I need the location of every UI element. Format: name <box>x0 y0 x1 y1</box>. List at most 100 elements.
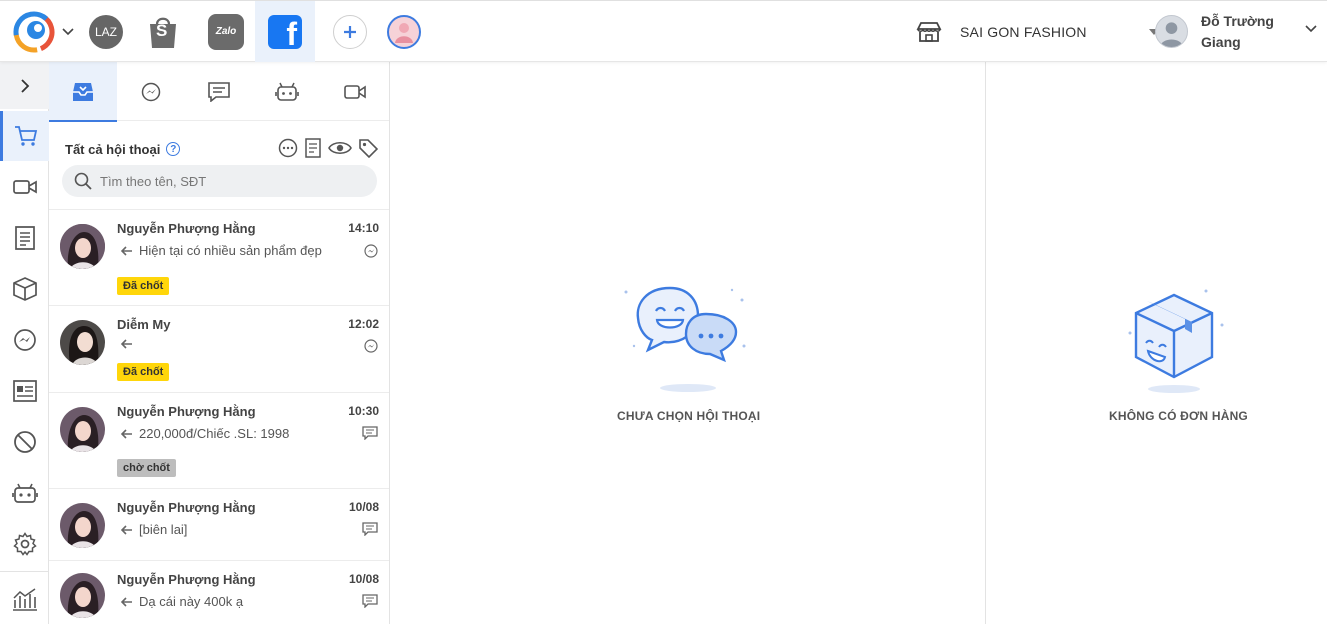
last-message: 220,000đ/Chiếc .SL: 1998 <box>121 426 289 441</box>
reply-arrow-icon <box>121 524 133 535</box>
shopee-label: S <box>156 21 168 40</box>
search-icon <box>74 172 92 190</box>
facebook-label: f <box>286 15 297 49</box>
conversation-list: Nguyễn Phượng Hằng 14:10 Hiện tại có nhi… <box>49 209 389 624</box>
nav-blocked[interactable] <box>0 417 49 467</box>
store-icon <box>916 21 942 42</box>
last-message: Dạ cái này 400k ạ <box>121 594 243 609</box>
box-icon <box>12 277 37 301</box>
contact-name: Diễm My <box>117 317 171 332</box>
conversation-item[interactable]: Nguyễn Phượng Hằng 10:30 220,000đ/Chiếc … <box>49 392 389 488</box>
last-message: [biên lai] <box>121 522 187 537</box>
reply-arrow-icon <box>121 245 133 256</box>
contact-name: Nguyễn Phượng Hằng <box>117 500 256 515</box>
page-avatar[interactable] <box>384 1 424 62</box>
app-menu-chevron-down-icon[interactable] <box>60 1 76 62</box>
lazada-icon: LAZ <box>89 14 123 49</box>
store-selector[interactable]: SAI GON FASHION <box>916 1 1159 62</box>
nav-reports[interactable] <box>0 574 49 624</box>
comment-icon <box>208 81 230 102</box>
last-message-text: Dạ cái này 400k ạ <box>139 594 244 609</box>
zalo-icon: Zalo <box>208 13 244 50</box>
expand-sidebar-button[interactable] <box>0 62 49 109</box>
box-illustration-icon <box>1128 289 1224 393</box>
messenger-icon <box>364 244 378 263</box>
contact-name: Nguyễn Phượng Hằng <box>117 404 256 419</box>
filter-tag-icon[interactable] <box>358 138 378 158</box>
comment-icon <box>362 522 378 541</box>
last-message-text: Hiện tại có nhiều sản phẩm đẹp <box>139 243 322 258</box>
message-time: 10:30 <box>348 404 379 418</box>
conversation-tabs <box>49 62 389 122</box>
chat-area: CHƯA CHỌN HỘI THOẠI <box>390 62 986 624</box>
filter-title[interactable]: Tất cả hội thoại <box>65 142 160 157</box>
nav-customers[interactable] <box>0 366 49 416</box>
conversation-item[interactable]: Nguyễn Phượng Hằng 10/08 Dạ cái này 400k… <box>49 560 389 624</box>
filter-icons <box>278 138 378 158</box>
nav-settings[interactable] <box>0 519 49 569</box>
channel-lazada[interactable]: LAZ <box>86 1 126 62</box>
reply-arrow-icon <box>121 428 133 439</box>
bot-icon <box>275 82 299 101</box>
avatar <box>60 320 105 365</box>
tab-inbox[interactable] <box>49 62 117 122</box>
comment-icon <box>362 426 378 445</box>
tab-messenger[interactable] <box>117 62 185 121</box>
avatar <box>60 407 105 452</box>
channel-zalo[interactable]: Zalo <box>203 1 249 62</box>
help-icon[interactable]: ? <box>166 142 181 156</box>
messenger-icon <box>13 329 36 351</box>
conversation-item[interactable]: Nguyễn Phượng Hằng 10/08 [biên lai] <box>49 488 389 560</box>
user-avatar <box>1155 15 1188 48</box>
conversation-item[interactable]: Diễm My 12:02 Đã chốt <box>49 305 389 392</box>
user-chevron-down-icon <box>1305 25 1317 33</box>
conversation-item[interactable]: Nguyễn Phượng Hằng 14:10 Hiện tại có nhi… <box>49 209 389 305</box>
page-avatar-image <box>387 14 421 49</box>
top-bar: LAZ S Zalo f SAI GON FASHION Đỗ Trường G… <box>0 0 1327 62</box>
conversation-filter-bar: Tất cả hội thoại ? <box>65 138 378 160</box>
tab-comments[interactable] <box>185 62 253 121</box>
tab-video[interactable] <box>321 62 389 121</box>
contact-name: Nguyễn Phượng Hằng <box>117 221 256 236</box>
conversation-panel: Tất cả hội thoại ? Nguyễn Phượn <box>49 62 390 624</box>
search-input[interactable] <box>100 173 360 189</box>
contact-card-icon <box>12 380 37 402</box>
rail-divider <box>0 571 49 572</box>
avatar <box>60 503 105 548</box>
message-time: 12:02 <box>348 317 379 331</box>
video-icon <box>344 84 366 99</box>
app-logo[interactable] <box>10 1 58 62</box>
nav-messenger[interactable] <box>0 315 49 365</box>
nav-sales-cart[interactable] <box>0 111 49 161</box>
filter-unread-icon[interactable] <box>278 138 298 158</box>
zalo-label: Zalo <box>215 26 237 37</box>
reply-arrow-icon <box>121 596 133 607</box>
tab-bot[interactable] <box>253 62 321 121</box>
messenger-icon <box>141 82 161 101</box>
user-menu[interactable]: Đỗ Trường Giang <box>1155 1 1317 62</box>
video-camera-icon <box>12 180 37 194</box>
document-icon <box>14 226 35 250</box>
channel-facebook[interactable]: f <box>255 1 315 62</box>
app-logo-icon <box>13 11 55 52</box>
chart-icon <box>12 588 37 611</box>
nav-chatbot[interactable] <box>0 468 49 518</box>
avatar <box>60 573 105 618</box>
conversation-search[interactable] <box>62 165 377 197</box>
filter-note-icon[interactable] <box>304 138 322 158</box>
gear-icon <box>12 532 37 556</box>
nav-orders[interactable] <box>0 213 49 263</box>
left-nav-rail <box>0 62 49 624</box>
nav-products[interactable] <box>0 264 49 314</box>
message-time: 10/08 <box>348 500 379 514</box>
filter-eye-icon[interactable] <box>328 140 352 156</box>
reply-arrow-icon <box>121 339 133 349</box>
chevron-right-icon <box>20 78 29 93</box>
last-message: Hiện tại có nhiều sản phẩm đẹp <box>121 243 322 258</box>
nav-livestream[interactable] <box>0 162 49 212</box>
add-channel-button[interactable] <box>330 1 370 62</box>
channel-shopee[interactable]: S <box>142 1 184 62</box>
no-orders-label: KHÔNG CÓ ĐƠN HÀNG <box>1109 409 1248 423</box>
facebook-icon: f <box>268 14 302 49</box>
order-panel: KHÔNG CÓ ĐƠN HÀNG <box>986 62 1327 624</box>
